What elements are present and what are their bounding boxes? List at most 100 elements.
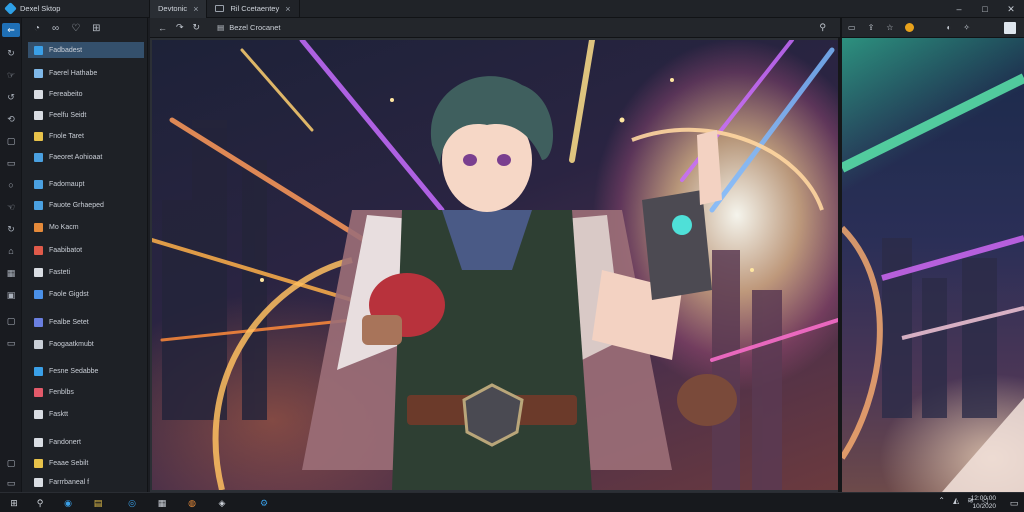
store-icon[interactable]: ▦ — [156, 497, 168, 509]
chevron-up-icon[interactable]: ⌃ — [938, 496, 945, 505]
document-icon — [34, 437, 43, 447]
lock-icon[interactable]: ▣ — [4, 288, 18, 302]
menu-icon[interactable] — [1004, 22, 1016, 34]
sidebar-item[interactable]: Fenblbs — [28, 384, 144, 400]
monitor-icon[interactable]: ▭ — [4, 336, 18, 350]
folder-icon — [34, 458, 43, 468]
sidebar-item-label: Faerel Hathabe — [49, 69, 98, 77]
extension-icon[interactable] — [905, 23, 915, 32]
message-icon[interactable]: ▢ — [4, 134, 18, 148]
tab-label: Devtonic — [158, 4, 188, 13]
bookmark-icon[interactable]: ✧ — [963, 23, 970, 32]
hand-pointer-icon[interactable]: ☜ — [4, 200, 18, 214]
refresh-icon[interactable]: ↻ — [193, 22, 201, 33]
preview-illustration — [842, 73, 1024, 492]
sidebar-item[interactable]: Feelfu Seidt — [28, 107, 144, 123]
edge-icon[interactable]: ◎ — [126, 497, 138, 509]
image-file-icon — [34, 245, 43, 255]
taskbar: ⊞ ⚲ ◉ ▤ ◎ ▦ ◍ ◈ ⚙ ⌃ ◭ ≋ ◁ 12:00:00 10/20… — [0, 492, 1024, 512]
settings-panel-icon[interactable]: ▢ — [4, 456, 18, 470]
cycle-icon[interactable]: ↻ — [4, 222, 18, 236]
sidebar-item[interactable]: Faogaatkmubt — [28, 336, 144, 352]
circle-icon[interactable]: ○ — [4, 178, 18, 192]
sidebar-item[interactable]: Fesne Sedabbe — [28, 363, 144, 379]
refresh-icon[interactable]: ↻ — [4, 46, 18, 60]
tab-ccetaentey[interactable]: Ril Ccetaentey × — [207, 0, 300, 18]
sidebar-item[interactable]: Farrrbaneal f — [28, 474, 144, 490]
tab-close-icon[interactable]: × — [285, 4, 290, 14]
link-icon[interactable]: ∞ — [52, 23, 59, 34]
layout-icon[interactable]: ▭ — [848, 23, 856, 32]
sidebar-item-label: Fnole Taret — [49, 132, 84, 140]
share-icon[interactable]: ⇪ — [868, 23, 875, 32]
window-icon[interactable]: ▭ — [4, 156, 18, 170]
profile-icon[interactable]: ◐ — [946, 23, 951, 32]
grid-icon[interactable]: ▦ — [4, 266, 18, 280]
sidebar-item-label: Farrrbaneal f — [49, 478, 90, 486]
sidebar-item[interactable]: Faerel Hathabe — [28, 65, 144, 81]
address-bar[interactable]: ▤ Bezel Crocanet — [217, 23, 280, 32]
tab-devtonic[interactable]: Devtonic × — [150, 0, 208, 18]
forward-arrow-icon[interactable]: ↷ — [176, 22, 184, 33]
sidebar-item[interactable]: Fnole Taret — [28, 128, 144, 144]
search-icon[interactable]: ⚲ — [819, 22, 826, 33]
preview-pane[interactable] — [842, 38, 1024, 492]
puzzle-icon — [34, 289, 43, 299]
sidebar-item[interactable]: Fandonert — [28, 434, 144, 450]
shield-icon — [34, 222, 43, 232]
clock-date: 10/2020 — [972, 503, 997, 510]
sidebar-item[interactable]: Fealbe Setet — [28, 314, 144, 330]
history-icon[interactable]: ◔ — [34, 23, 40, 34]
heart-icon[interactable]: ♡ — [71, 23, 80, 34]
sidebar-item[interactable]: Fauote Grhaeped — [28, 197, 144, 213]
back-arrow-icon[interactable]: ← — [158, 23, 167, 33]
hand-icon[interactable]: ☞ — [4, 68, 18, 82]
app-title-area: Dexel Sktop — [0, 0, 150, 18]
sidebar-item[interactable]: Fadomaupt — [28, 176, 144, 192]
tab-page-icon — [215, 5, 225, 12]
app-title: Dexel Sktop — [20, 4, 61, 13]
file-explorer-icon[interactable]: ▤ — [92, 497, 104, 509]
sidebar-item[interactable]: Fasteti — [28, 264, 144, 280]
minimize-button[interactable]: – — [946, 0, 972, 18]
sidebar-item[interactable]: Faole Gigdst — [28, 286, 144, 302]
sidebar-item[interactable]: Fereabeito — [28, 86, 144, 102]
address-text: Bezel Crocanet — [229, 23, 281, 32]
sidebar-item-label: Faeoret Aohioaat — [49, 153, 103, 161]
sidebar-item-label: Mo Kacm — [49, 223, 79, 231]
network-icon[interactable]: ◭ — [953, 496, 959, 505]
title-bar: Dexel Sktop Devtonic × Ril Ccetaentey × … — [0, 0, 1024, 18]
image-canvas[interactable] — [150, 38, 840, 492]
star-icon[interactable]: ☆ — [886, 23, 893, 32]
notification-icon[interactable]: ▭ — [1008, 497, 1020, 509]
tab-close-icon[interactable]: × — [193, 4, 198, 14]
shield-icon — [34, 366, 43, 376]
folder-icon[interactable]: ▭ — [4, 476, 18, 490]
settings-icon[interactable]: ⚙ — [258, 497, 270, 509]
sidebar-item[interactable]: Feaae Sebilt — [28, 455, 144, 471]
close-button[interactable]: ✕ — [998, 0, 1024, 18]
pin-icon[interactable]: ⌂ — [4, 244, 18, 258]
maximize-button[interactable]: □ — [972, 0, 998, 18]
undo-icon[interactable]: ↺ — [4, 90, 18, 104]
sidebar-item[interactable]: Faabibatot — [28, 242, 144, 258]
sidebar-toolbar: ◔ ∞ ♡ ⊞ — [22, 18, 147, 38]
file-icon — [34, 45, 43, 55]
sidebar-item[interactable]: Fasktt — [28, 406, 144, 422]
sidebar-item[interactable]: Faeoret Aohioaat — [28, 149, 144, 165]
sidebar-item-label: Fesne Sedabbe — [49, 367, 99, 375]
rotate-icon[interactable]: ⟲ — [4, 112, 18, 126]
sidebar-item[interactable]: Mo Kacm — [28, 219, 144, 235]
new-file-icon[interactable]: ⊞ — [92, 23, 100, 34]
app-icon[interactable]: ◍ — [186, 497, 198, 509]
file-icon — [34, 317, 43, 327]
panel-icon[interactable]: ▢ — [4, 314, 18, 328]
search-icon[interactable]: ⚲ — [34, 497, 46, 509]
start-menu-icon[interactable]: ⊞ — [8, 497, 20, 509]
file-icon — [34, 179, 43, 189]
sidebar-item[interactable]: Fadbadest — [28, 42, 144, 58]
back-arrow-icon[interactable]: ⇐ — [2, 23, 20, 37]
taskbar-clock[interactable]: 12:00:00 10/2020 — [971, 495, 996, 511]
media-icon[interactable]: ◈ — [216, 497, 228, 509]
browser-icon[interactable]: ◉ — [62, 497, 74, 509]
